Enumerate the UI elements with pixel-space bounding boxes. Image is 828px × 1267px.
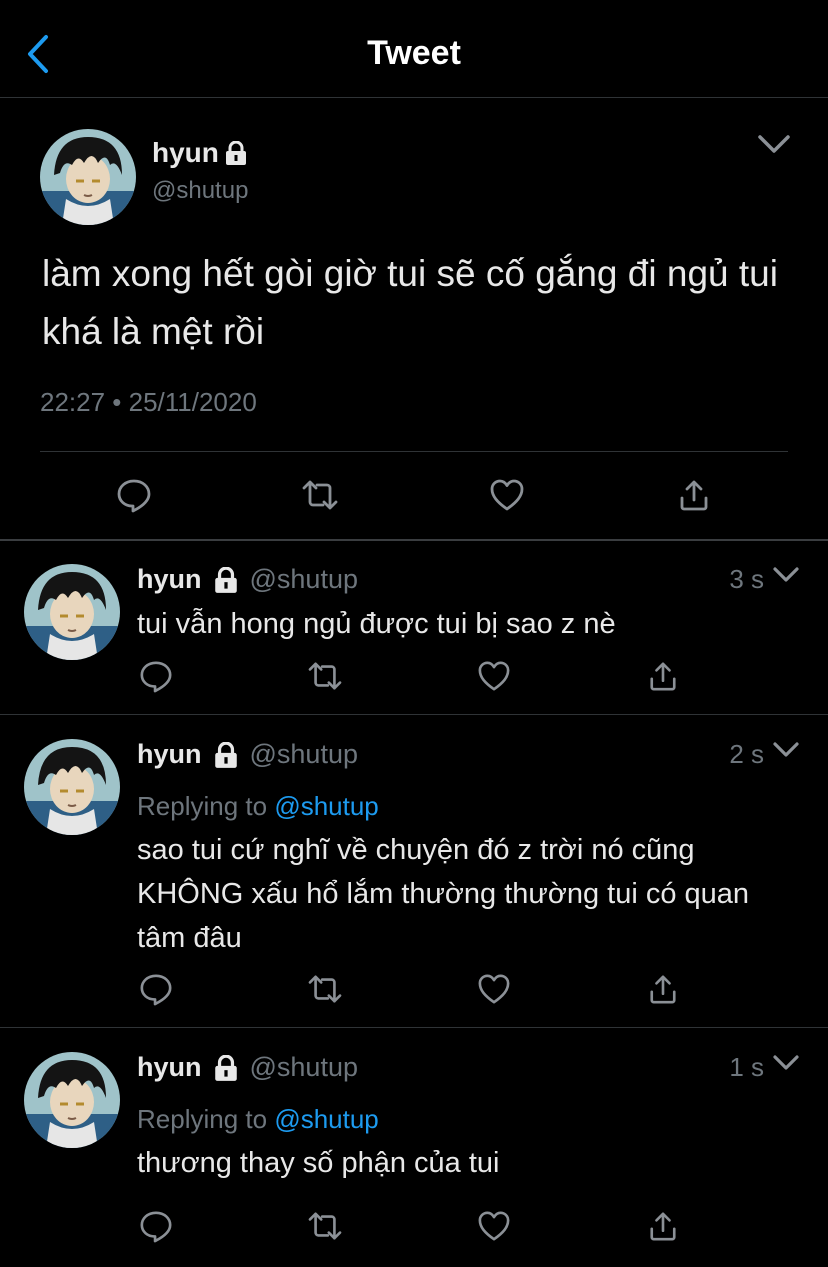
mention-link[interactable]: @shutup: [274, 791, 378, 821]
author-name-row: hyun @shutup: [137, 739, 358, 770]
retweet-icon: [308, 1212, 342, 1240]
tweet-actions: [0, 656, 828, 700]
reply-button[interactable]: [136, 656, 176, 696]
tweet-text: thương thay số phận của tui: [137, 1147, 500, 1179]
reply-icon: [117, 479, 151, 513]
reply-tweet[interactable]: hyun @shutup 3 s tui vẫn hong ngủ được t…: [0, 564, 828, 714]
lock-icon: [212, 741, 240, 768]
tweet-detail-screen: Tweet hyun @shutup làm xong hết gòi giờ …: [0, 0, 828, 1267]
share-button[interactable]: [643, 969, 683, 1009]
tweet-text: tui vẫn hong ngủ được tui bị sao z nè: [137, 608, 616, 640]
reply-button[interactable]: [136, 1206, 176, 1246]
avatar[interactable]: [24, 739, 120, 835]
lock-icon: [223, 141, 249, 165]
heart-icon: [478, 974, 510, 1004]
chevron-down-icon: [773, 567, 799, 582]
tweet-time: 3 s: [729, 564, 764, 594]
chevron-down-icon: [758, 135, 790, 153]
more-options-button[interactable]: [772, 741, 800, 765]
divider: [0, 1027, 828, 1028]
mention-link[interactable]: @shutup: [274, 1104, 378, 1134]
divider: [0, 539, 828, 541]
chevron-down-icon: [773, 1055, 799, 1070]
retweet-button[interactable]: [300, 475, 340, 515]
author-handle[interactable]: @shutup: [250, 564, 358, 595]
heart-icon: [478, 661, 510, 691]
divider: [0, 714, 828, 715]
tweet-actions: [0, 969, 828, 1013]
author-name-row: hyun @shutup: [137, 1052, 358, 1083]
author-name[interactable]: hyun: [137, 739, 202, 770]
page-title: Tweet: [367, 34, 461, 72]
reply-icon: [140, 1211, 172, 1243]
tweet-text: làm xong hết gòi giờ tui sẽ cố gắng đi n…: [42, 253, 778, 352]
author-handle[interactable]: @shutup: [250, 739, 358, 770]
divider: [40, 451, 788, 452]
like-button[interactable]: [487, 475, 527, 515]
more-options-button[interactable]: [772, 1054, 800, 1078]
reply-button[interactable]: [114, 475, 154, 515]
share-icon: [650, 662, 676, 691]
like-button[interactable]: [474, 1206, 514, 1246]
reply-icon: [140, 974, 172, 1006]
avatar[interactable]: [24, 1052, 120, 1148]
more-options-button[interactable]: [756, 133, 792, 161]
retweet-icon: [302, 480, 338, 510]
avatar[interactable]: [40, 129, 136, 225]
top-nav-bar: Tweet: [0, 0, 828, 98]
replying-to-line: Replying to @shutup: [137, 791, 379, 822]
reply-icon: [140, 661, 172, 693]
share-icon: [650, 975, 676, 1004]
lock-icon: [212, 566, 240, 593]
author-handle[interactable]: @shutup: [152, 177, 248, 205]
tweet-actions: [0, 1206, 828, 1250]
tweet-actions: [0, 469, 828, 519]
retweet-button[interactable]: [305, 969, 345, 1009]
main-tweet: hyun @shutup làm xong hết gòi giờ tui sẽ…: [0, 99, 828, 539]
author-name[interactable]: hyun: [152, 137, 219, 169]
replying-to-line: Replying to @shutup: [137, 1104, 379, 1135]
like-button[interactable]: [474, 656, 514, 696]
share-button[interactable]: [643, 656, 683, 696]
tweet-time: 1 s: [729, 1052, 764, 1082]
share-button[interactable]: [643, 1206, 683, 1246]
author-handle[interactable]: @shutup: [250, 1052, 358, 1083]
retweet-button[interactable]: [305, 656, 345, 696]
author-name-row: hyun @shutup: [137, 564, 358, 595]
reply-button[interactable]: [136, 969, 176, 1009]
retweet-icon: [308, 975, 342, 1003]
tweet-timestamp: 22:27 • 25/11/2020: [40, 387, 257, 417]
retweet-icon: [308, 662, 342, 690]
retweet-button[interactable]: [305, 1206, 345, 1246]
author-name-row: hyun: [152, 137, 249, 169]
chevron-down-icon: [773, 742, 799, 757]
share-icon: [650, 1212, 676, 1241]
share-button[interactable]: [674, 475, 714, 515]
heart-icon: [478, 1211, 510, 1241]
reply-tweet[interactable]: hyun @shutup 2 s Replying to @shutup sao…: [0, 739, 828, 1025]
more-options-button[interactable]: [772, 566, 800, 590]
author-name[interactable]: hyun: [137, 564, 202, 595]
lock-icon: [212, 1054, 240, 1081]
like-button[interactable]: [474, 969, 514, 1009]
author-name[interactable]: hyun: [137, 1052, 202, 1083]
replying-to-label: Replying to: [137, 1104, 275, 1134]
replying-to-label: Replying to: [137, 791, 275, 821]
tweet-time: 2 s: [729, 739, 764, 769]
reply-tweet[interactable]: hyun @shutup 1 s Replying to @shutup thư…: [0, 1052, 828, 1252]
heart-icon: [490, 479, 524, 511]
share-icon: [680, 480, 708, 511]
tweet-text: sao tui cứ nghĩ về chuyện đó z trời nó c…: [137, 834, 750, 954]
avatar[interactable]: [24, 564, 120, 660]
